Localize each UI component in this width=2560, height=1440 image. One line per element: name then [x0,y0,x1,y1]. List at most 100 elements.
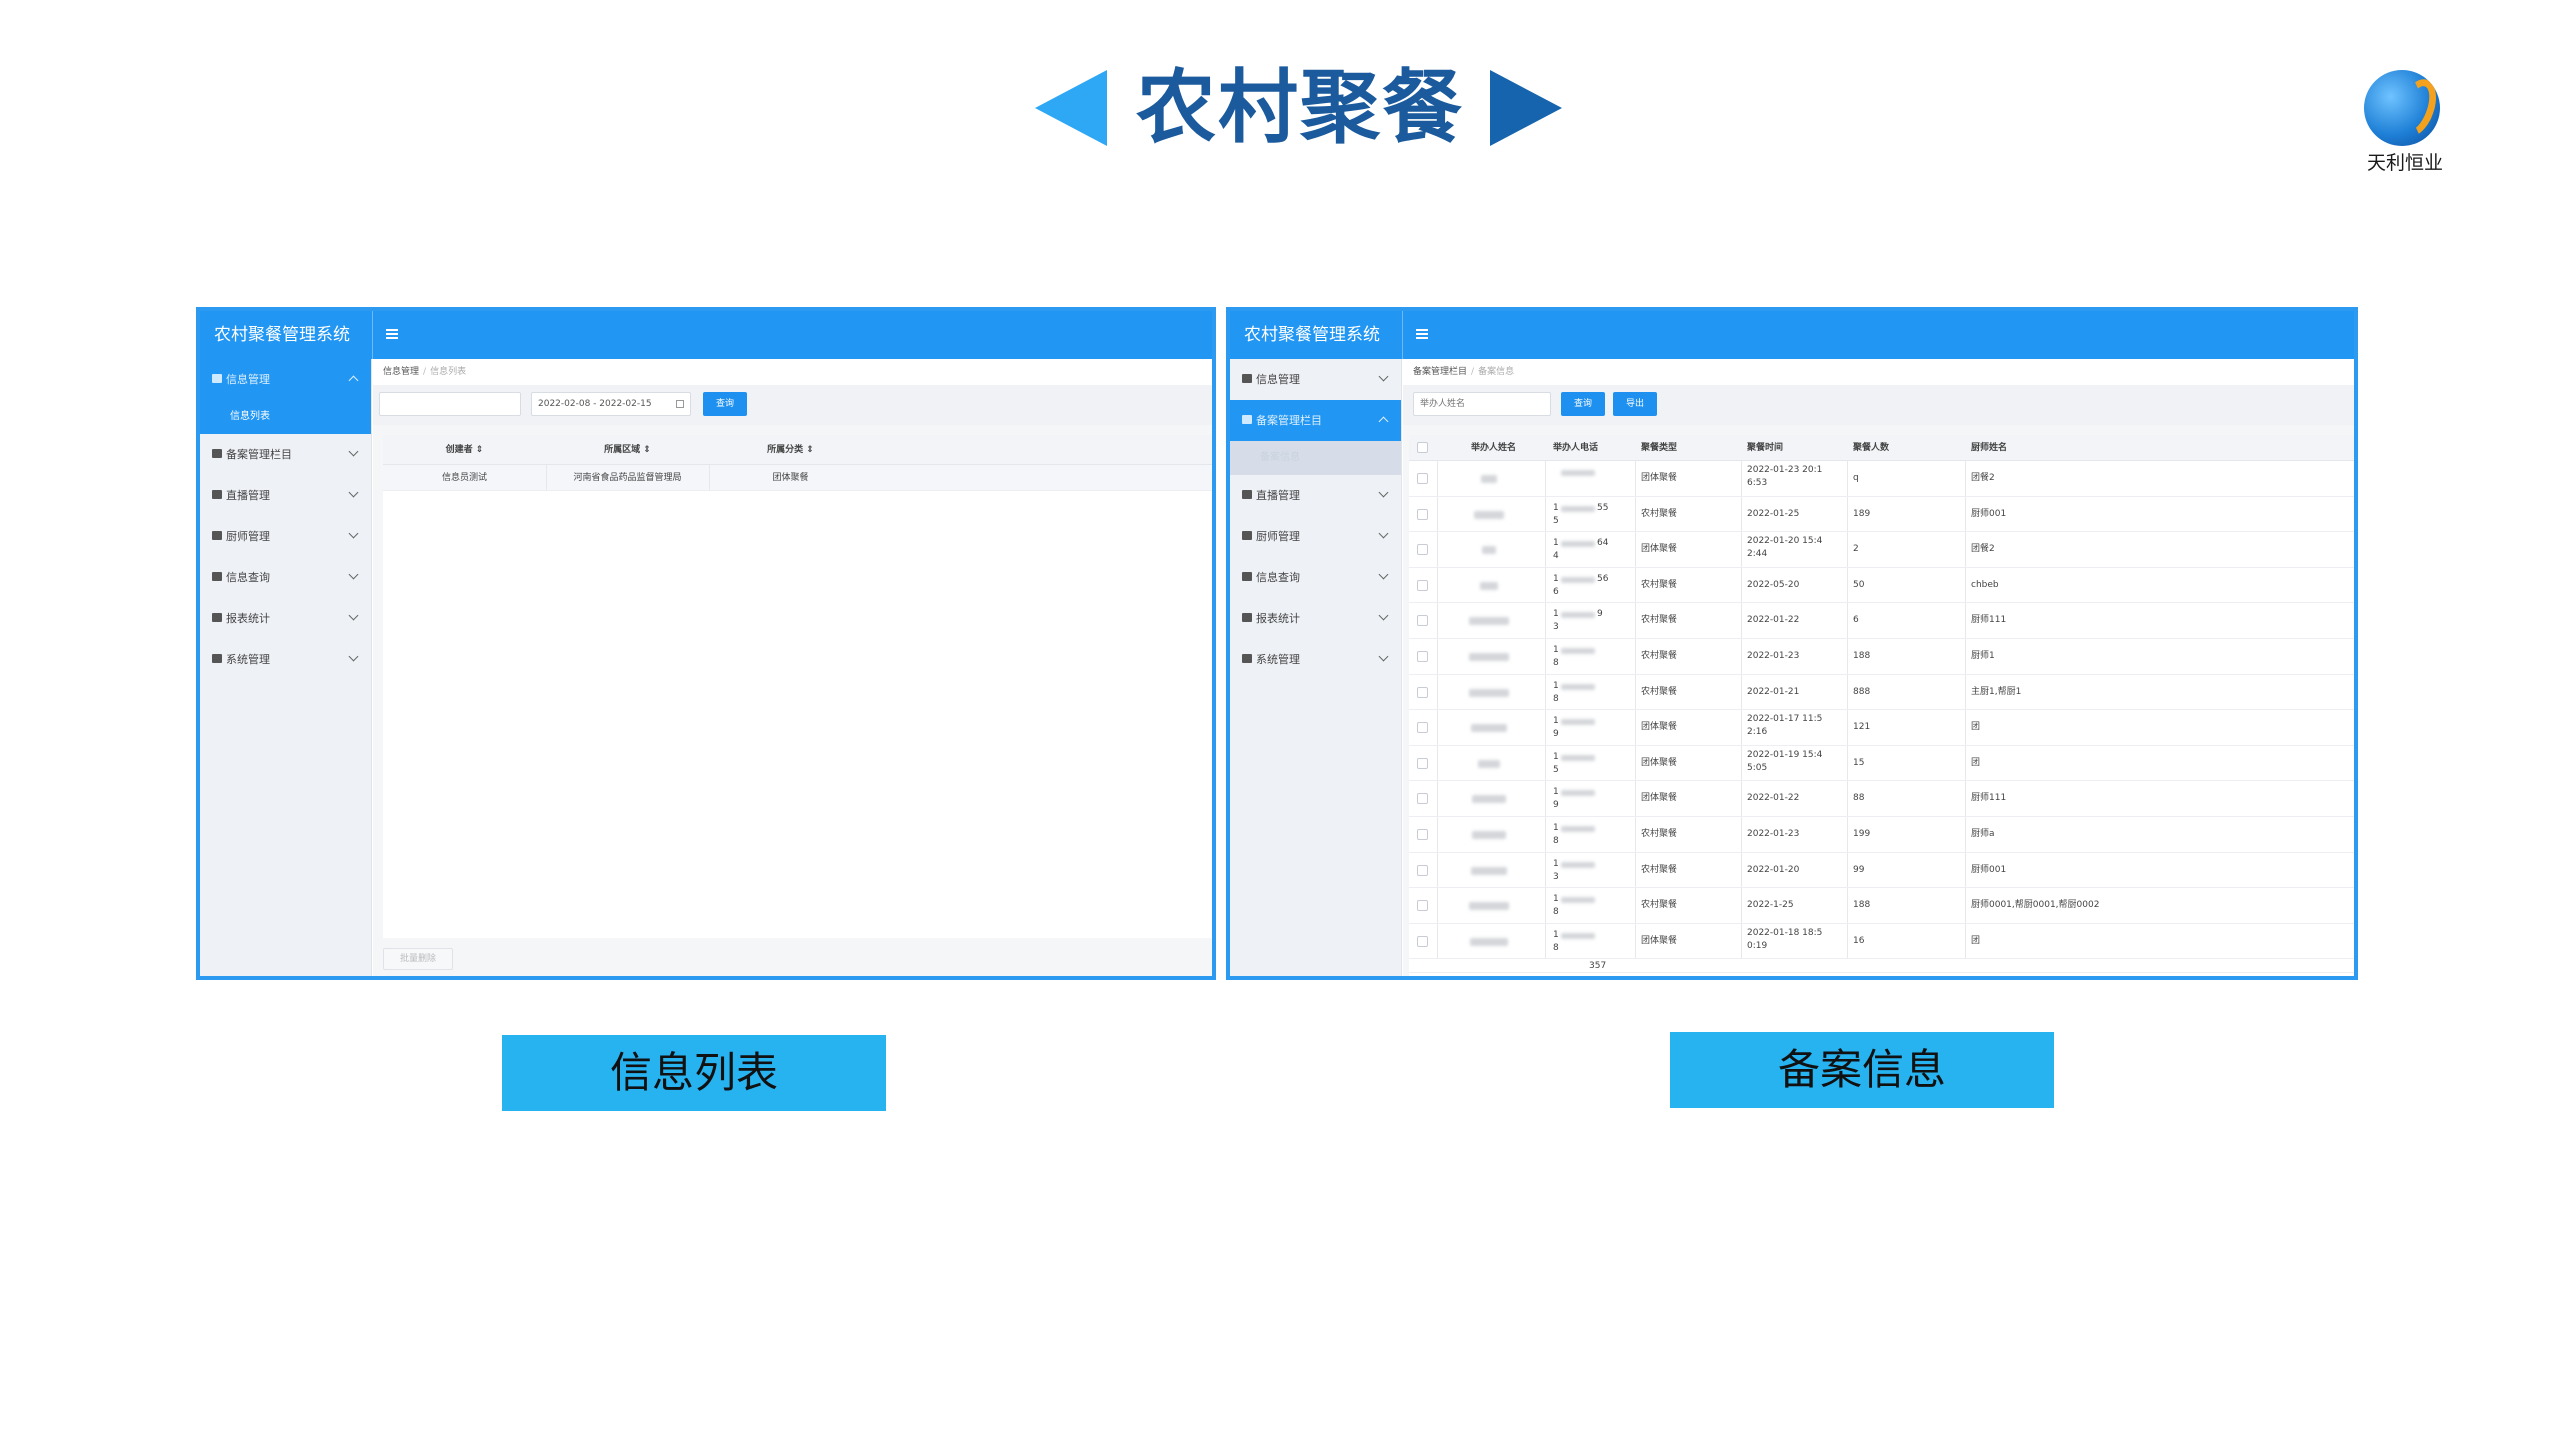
redacted-name [1469,688,1509,697]
row-checkbox[interactable] [1417,615,1428,627]
batch-delete-button[interactable]: 批量删除 [383,948,453,970]
redacted-name [1472,795,1506,804]
row-checkbox[interactable] [1417,579,1428,591]
hamburger-icon[interactable] [386,329,398,339]
column-header-region[interactable]: 所属区域 ⇕ [546,435,709,464]
breadcrumb-item[interactable]: 备案管理栏目 [1413,367,1467,377]
row-checkbox[interactable] [1417,864,1428,876]
cell-chef-name: 厨师001 [1971,864,2007,875]
row-checkbox[interactable] [1417,828,1428,840]
cell-dining-count: 50 [1853,579,1865,590]
row-checkbox[interactable] [1417,757,1428,769]
filing-table: 举办人姓名 举办人电话 聚餐类型 聚餐时间 聚餐人数 厨师姓名 团体聚餐 2022… [1409,435,2354,976]
table-row[interactable]: 1 56 6 农村聚餐 2022-05-20 50 chbeb [1409,567,2354,604]
cell-phone: 18 [1549,675,1633,710]
column-header-dining-type[interactable]: 聚餐类型 [1641,435,1677,460]
cell-dining-type: 农村聚餐 [1641,508,1678,519]
sidebar-item-report-stats[interactable]: 报表统计 [200,598,371,639]
table-row[interactable]: 信息员测试 河南省食品药品监督管理局 团体聚餐 [383,465,1212,491]
hamburger-icon[interactable] [1416,329,1428,339]
table-row[interactable]: 1 8 农村聚餐 2022-01-23 199 厨师a [1409,816,2354,853]
cell-dining-time: 2022-01-23 [1747,828,1800,839]
column-header-chef-name[interactable]: 厨师姓名 [1971,435,2007,460]
sidebar-item-info-manage[interactable]: 信息管理 [200,359,371,400]
column-header-dining-count[interactable]: 聚餐人数 [1853,435,1889,460]
cell-chef-name: 厨师111 [1971,793,2007,804]
sidebar-item-info-query[interactable]: 信息查询 [1230,557,1401,598]
cell-dining-type: 农村聚餐 [1641,615,1678,626]
select-all-checkbox[interactable] [1417,442,1428,453]
row-checkbox[interactable] [1417,793,1428,805]
table-row[interactable]: 1 9 团体聚餐 2022-01-17 11:5 2:16 121 团 [1409,710,2354,746]
row-checkbox[interactable] [1417,473,1428,484]
table-row[interactable]: 1 5 团体聚餐 2022-01-19 15:4 5:05 15 团 [1409,745,2354,782]
row-checkbox[interactable] [1417,650,1428,662]
row-checkbox[interactable] [1417,544,1428,556]
sidebar-item-live-manage[interactable]: 直播管理 [1230,475,1401,516]
cell-dining-count: 2 [1853,544,1859,555]
row-checkbox[interactable] [1417,686,1428,698]
cell-dining-time: 2022-05-20 [1747,579,1800,590]
row-checkbox[interactable] [1417,508,1428,520]
sidebar-item-filing-manage[interactable]: 备案管理栏目 [1230,400,1401,441]
cell-phone: 357 [1589,961,1607,972]
table-row[interactable]: 1 64 4 团体聚餐 2022-01-20 15:4 2:44 2 团餐2 [1409,532,2354,568]
row-checkbox[interactable] [1417,935,1428,947]
sidebar-item-chef-manage[interactable]: 厨师管理 [200,516,371,557]
chevron-up-icon [1378,416,1389,427]
sidebar-item-filing-manage[interactable]: 备案管理栏目 [200,434,371,475]
table-row[interactable]: 1 9 团体聚餐 2022-01-22 88 厨师111 [1409,781,2354,817]
cell-dining-time: 2022-01-23 [1747,650,1800,661]
cell-chef-name: 团 [1971,757,1981,768]
sidebar-item-system-manage[interactable]: 系统管理 [1230,639,1401,680]
sidebar-subitem-info-list[interactable]: 信息列表 [200,400,371,434]
redacted-name [1471,724,1507,733]
row-checkbox[interactable] [1417,900,1428,912]
cell-chef-name: 团餐2 [1971,544,1995,555]
cell-phone [1549,461,1633,496]
sidebar: 信息管理 备案管理栏目 备案信息 直播管理 厨师管理 信息查询 报表统计 系统管… [1230,359,1402,976]
chevron-down-icon [348,610,359,621]
query-button[interactable]: 查询 [1561,392,1605,416]
sidebar-subitem-filing-info[interactable]: 备案信息 [1230,441,1401,475]
app-title: 农村聚餐管理系统 [214,325,350,345]
cell-dining-count: 188 [1853,900,1871,911]
sidebar-item-report-stats[interactable]: 报表统计 [1230,598,1401,639]
keyword-input[interactable] [379,392,521,416]
query-button[interactable]: 查询 [703,392,747,416]
table-row[interactable]: 1 9 3 农村聚餐 2022-01-22 6 厨师111 [1409,603,2354,639]
sidebar-item-info-manage[interactable]: 信息管理 [1230,359,1401,400]
cell-chef-name: 厨师111 [1971,615,2007,626]
sidebar-item-live-manage[interactable]: 直播管理 [200,475,371,516]
sidebar-item-info-query[interactable]: 信息查询 [200,557,371,598]
caption-info-list: 信息列表 [502,1035,886,1111]
column-header-dining-time[interactable]: 聚餐时间 [1747,435,1783,460]
organizer-name-input[interactable] [1413,392,1551,416]
column-header-creator[interactable]: 创建者 ⇕ [383,435,546,464]
cell-chef-name: 主厨1,帮厨1 [1971,686,2022,697]
cell-dining-count: 6 [1853,615,1859,626]
column-header-category[interactable]: 所属分类 ⇕ [709,435,872,464]
table-row[interactable]: 1 8 团体聚餐 2022-01-18 18:5 0:19 16 团 [1409,923,2354,960]
cell-dining-type: 农村聚餐 [1641,828,1678,839]
date-range-input[interactable]: 2022-02-08 - 2022-02-15 [531,392,691,416]
export-button[interactable]: 导出 [1613,392,1657,416]
filing-info-screenshot: 农村聚餐管理系统 信息管理 备案管理栏目 备案信息 直播管理 厨师管理 信息查询… [1226,307,2358,980]
table-row[interactable]: 1 55 5 农村聚餐 2022-01-25 189 厨师001 [1409,496,2354,533]
table-row[interactable]: 1 3 农村聚餐 2022-01-20 99 厨师001 [1409,852,2354,889]
column-header-organizer-phone[interactable]: 举办人电话 [1553,435,1598,460]
table-row[interactable]: 团体聚餐 2022-01-23 20:1 6:53 q 团餐2 [1409,461,2354,497]
sidebar-item-chef-manage[interactable]: 厨师管理 [1230,516,1401,557]
table-row[interactable]: 1 8 农村聚餐 2022-01-21 888 主厨1,帮厨1 [1409,674,2354,711]
breadcrumb-item[interactable]: 信息管理 [383,367,419,377]
redacted-phone [1561,897,1595,904]
column-header-organizer-name[interactable]: 举办人姓名 [1471,435,1516,460]
sidebar-item-system-manage[interactable]: 系统管理 [200,639,371,680]
table-row[interactable]: 1 8 农村聚餐 2022-1-25 188 厨师0001,帮厨0001,帮厨0002 [1409,888,2354,924]
cell-phone: 13 [1549,853,1633,888]
row-checkbox[interactable] [1417,722,1428,734]
cell-dining-count: 88 [1853,793,1865,804]
table-row[interactable]: 1 8 农村聚餐 2022-01-23 188 厨师1 [1409,638,2354,675]
cell-chef-name: chbeb [1971,579,1999,590]
redacted-phone [1561,719,1595,726]
